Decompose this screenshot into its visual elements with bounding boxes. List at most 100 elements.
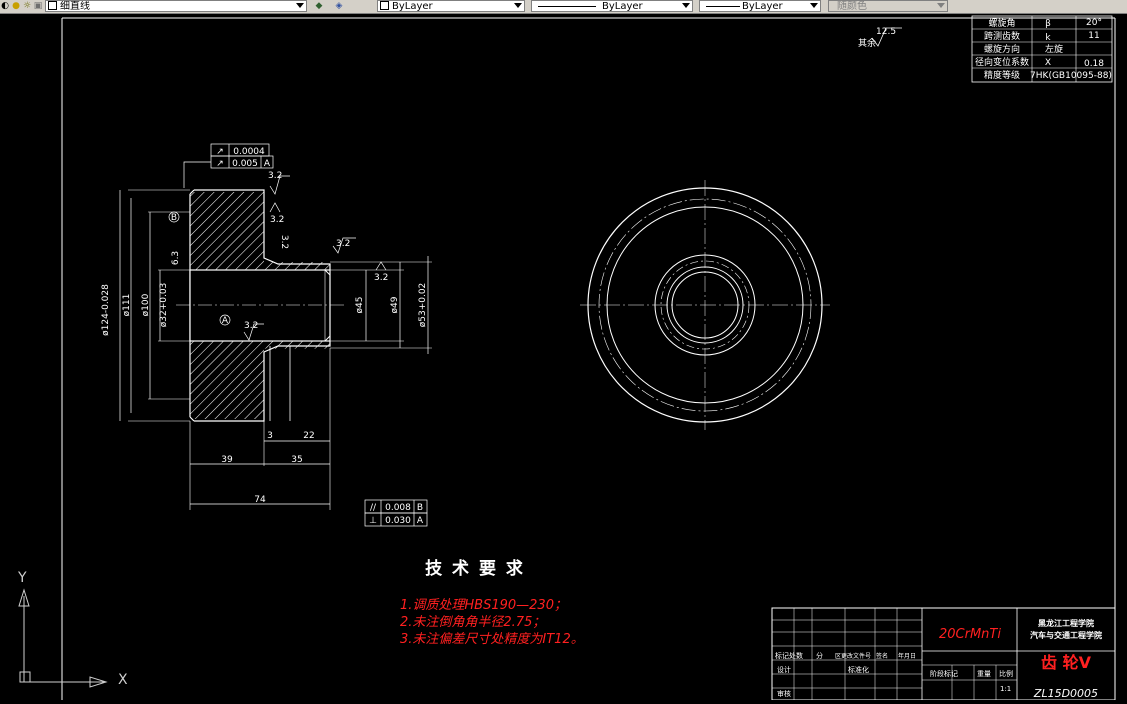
datum-label: B: [171, 213, 177, 223]
param-label: 螺旋角: [988, 17, 1015, 29]
dim-diameter: ø45: [355, 297, 365, 314]
plotstyle-value: 随颜色: [837, 1, 867, 12]
layer-previous-icon[interactable]: ◈: [334, 1, 344, 11]
tb-label: 签名: [876, 652, 888, 660]
tb-standard-label: 标准化: [848, 665, 869, 674]
part-name: 齿 轮V: [1041, 653, 1092, 672]
param-symbol: 7HK(GB10095-88): [1030, 71, 1112, 81]
param-value: 20°: [1086, 18, 1102, 28]
tb-label: 年月日: [898, 652, 916, 660]
color-swatch: [380, 1, 389, 10]
dim-length: 35: [291, 455, 302, 465]
roughness-value: 3.2: [336, 239, 350, 249]
param-symbol: 左旋: [1045, 43, 1063, 55]
param-symbol: β: [1045, 19, 1051, 29]
gdt-symbol: ⊥: [369, 516, 377, 526]
chevron-down-icon: [514, 3, 522, 8]
chevron-down-icon: [937, 3, 945, 8]
gdt-value: 0.008: [385, 503, 411, 513]
note-line: 2.未注倒角角半径2.75；: [400, 615, 545, 630]
param-symbol: k: [1045, 33, 1051, 43]
dim-length: 74: [254, 495, 266, 505]
gdt-symbol: ↗: [216, 147, 224, 157]
gdt-frame-bottom: // 0.008 B ⊥ 0.030 A: [364, 499, 428, 527]
tb-label: 标记处数: [775, 651, 803, 660]
plotstyle-dropdown[interactable]: 随颜色: [828, 0, 948, 12]
gdt-symbol: //: [370, 503, 377, 513]
roughness-value: 3.2: [374, 273, 388, 283]
tb-review-label: 审核: [777, 689, 791, 698]
lineweight-dropdown[interactable]: ByLayer: [699, 0, 821, 12]
parameter-table: 螺旋角 β 20° 跨测齿数 k 11 螺旋方向 左旋 径向变位系数 X 0.1…: [971, 15, 1113, 83]
tb-weight-label: 重量: [977, 670, 991, 678]
material-text: 20CrMnTi: [939, 627, 1001, 642]
color-dropdown[interactable]: ByLayer: [377, 0, 525, 12]
gdt-value: 0.0004: [233, 147, 265, 157]
dim-length: 22: [303, 431, 314, 441]
sun-icon[interactable]: ☼: [22, 1, 32, 11]
drawing-canvas[interactable]: 螺旋角 β 20° 跨测齿数 k 11 螺旋方向 左旋 径向变位系数 X 0.1…: [0, 13, 1127, 701]
param-label: 径向变位系数: [975, 56, 1029, 68]
tb-scale-value: 1:1: [1000, 685, 1011, 693]
tb-stage-label: 阶段标记: [930, 669, 958, 678]
gdt-datum: A: [417, 516, 424, 526]
drawing-number: ZL15D0005: [1033, 687, 1098, 700]
roughness-value: 12.5: [876, 27, 896, 37]
dim-diameter: ø32+0.03: [159, 283, 169, 328]
roughness-value: 3.2: [244, 321, 258, 331]
dim-diameter: ø111: [122, 294, 132, 317]
bulb-icon[interactable]: ●: [11, 1, 21, 11]
color-value: ByLayer: [392, 1, 433, 12]
drawing-svg: 螺旋角 β 20° 跨测齿数 k 11 螺旋方向 左旋 径向变位系数 X 0.1…: [17, 15, 1116, 701]
linetype-dropdown[interactable]: ByLayer: [531, 0, 693, 12]
lineweight-value: ByLayer: [742, 1, 783, 12]
param-value: 0.18: [1084, 59, 1104, 69]
dim-length: 3: [267, 431, 273, 441]
ucs-icon: X Y: [17, 570, 128, 688]
roughness-label: 其余: [858, 37, 876, 49]
chevron-down-icon: [810, 3, 818, 8]
roughness-other-symbol: 12.5 其余: [858, 27, 902, 49]
notes-title: 技 术 要 求: [425, 558, 525, 579]
lineweight-sample: [706, 6, 740, 7]
ucs-x-label: X: [118, 672, 128, 688]
linetype-value: ByLayer: [602, 1, 643, 12]
param-label: 螺旋方向: [984, 43, 1020, 55]
chevron-down-icon: [682, 3, 690, 8]
chevron-down-icon: [296, 3, 304, 8]
linetype-sample: [538, 6, 596, 7]
datum-label: A: [222, 316, 229, 326]
gear-section-view: ø124-0.028 ø111 ø100 ø32+0.03 ø45 ø49 ø5…: [101, 143, 432, 527]
properties-toolbar: ◐ ● ☼ ▣ 细直线 ◆ ◈ ByLayer ByLayer ByLayer …: [0, 0, 1127, 14]
layer-dropdown[interactable]: 细直线: [45, 0, 307, 12]
gdt-datum: B: [417, 503, 423, 513]
roughness-value: 6.3: [171, 251, 181, 265]
roughness-value: 3.2: [270, 215, 284, 225]
param-label: 精度等级: [984, 69, 1020, 81]
roughness-value: 3.2: [268, 171, 282, 181]
gdt-value: 0.005: [232, 159, 258, 169]
tb-label: 区更改文件号: [835, 652, 871, 660]
dim-length: 39: [221, 455, 233, 465]
gdt-symbol: ↗: [216, 159, 224, 169]
layer-name: 细直线: [60, 1, 90, 12]
tb-design-label: 设计: [777, 665, 791, 674]
lock-icon[interactable]: ▣: [33, 1, 43, 11]
make-current-icon[interactable]: ◆: [314, 1, 324, 11]
dim-diameter: ø53+0.02: [418, 283, 428, 328]
dim-diameter: ø124-0.028: [101, 284, 111, 336]
dim-diameter: ø49: [390, 296, 400, 313]
gdt-value: 0.030: [385, 516, 411, 526]
ucs-y-label: Y: [17, 570, 27, 586]
tb-label: 分: [816, 651, 823, 660]
title-block: 20CrMnTi 黑龙江工程学院 汽车与交通工程学院 齿 轮V ZL15D000…: [771, 607, 1116, 701]
department-name: 汽车与交通工程学院: [1030, 630, 1102, 640]
technical-requirements: 技 术 要 求 1.调质处理HBS190—230； 2.未注倒角角半径2.75；…: [400, 558, 584, 647]
param-symbol: X: [1045, 58, 1051, 68]
note-line: 3.未注偏差尺寸处精度为IT12。: [400, 632, 584, 647]
layer-state-icon[interactable]: ◐: [0, 1, 10, 11]
dim-diameter: ø100: [141, 293, 151, 316]
note-line: 1.调质处理HBS190—230；: [400, 598, 567, 613]
gear-front-view: [580, 180, 830, 430]
school-name: 黑龙江工程学院: [1038, 618, 1094, 628]
